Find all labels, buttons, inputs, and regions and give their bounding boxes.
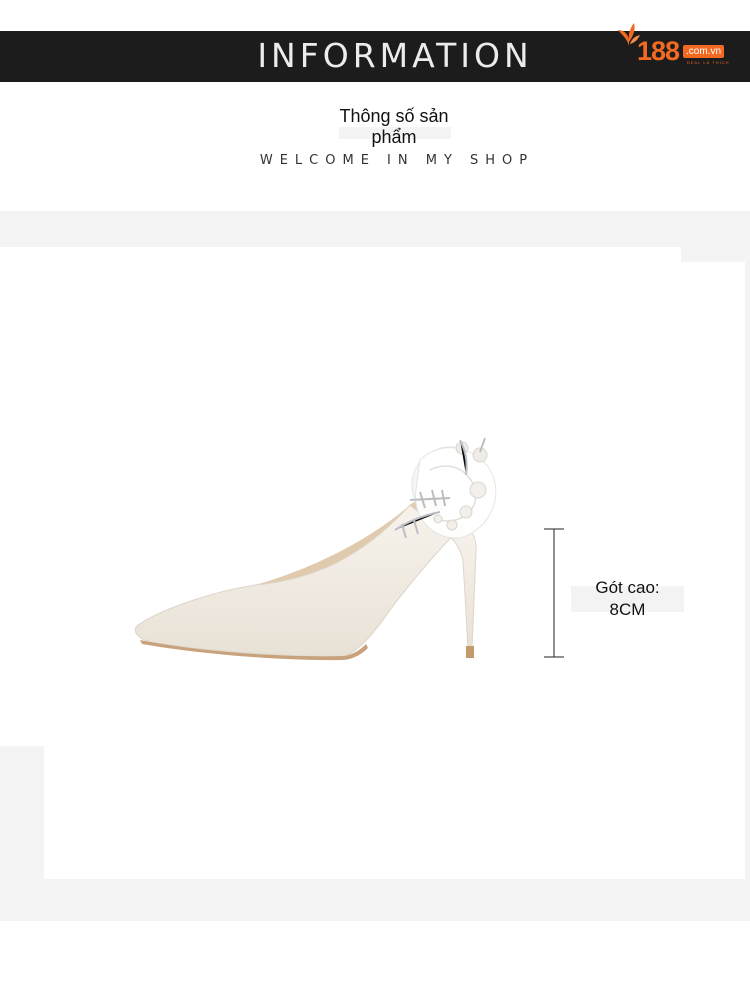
brand-logo[interactable]: 188 .com.vn DEAL LÀ THÍCH — [617, 22, 735, 70]
background-band-top-right — [681, 247, 750, 262]
welcome-text: WELCOME IN MY SHOP — [259, 153, 535, 168]
section-title-line2: phẩm — [371, 127, 417, 147]
heel-height-label-line1: Gót cao: — [595, 578, 660, 597]
background-band-left — [0, 746, 44, 880]
logo-domain: .com.vn — [683, 45, 725, 58]
logo-tagline: DEAL LÀ THÍCH — [687, 60, 730, 65]
logo-number: 188 — [637, 36, 680, 66]
section-title: Thông số sản phẩm — [300, 106, 488, 148]
heel-height-label-line2: 8CM — [609, 600, 646, 619]
heel-height-label: Gót cao: 8CM — [570, 577, 685, 621]
flower-ornament — [394, 437, 497, 539]
background-band-bottom — [0, 879, 750, 921]
background-band-right — [745, 262, 750, 879]
background-band-top — [0, 211, 750, 247]
section-title-line1: Thông số sản — [339, 106, 449, 126]
heel-height-indicator — [544, 528, 564, 658]
product-shoe-image — [134, 437, 497, 661]
